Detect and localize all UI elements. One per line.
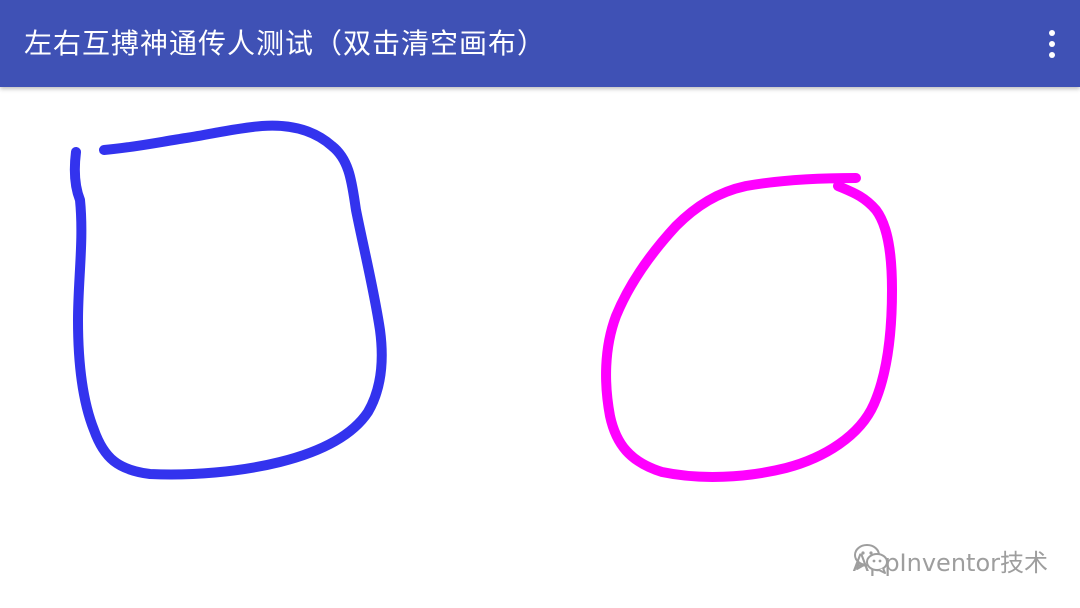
drawing-canvas[interactable]: AppInventor技术: [0, 87, 1080, 608]
app-title: 左右互搏神通传人测试（双击清空画布）: [24, 27, 547, 60]
wechat-icon: [853, 544, 888, 574]
menu-dot: [1049, 41, 1055, 47]
blue-stroke: [69, 120, 387, 480]
app-screen: 左右互搏神通传人测试（双击清空画布） AppInventor技术: [0, 0, 1080, 608]
menu-dot: [1049, 52, 1055, 58]
app-bar: 左右互搏神通传人测试（双击清空画布）: [0, 0, 1080, 87]
watermark: AppInventor技术: [853, 542, 1048, 578]
canvas-drawing: [69, 120, 897, 482]
magenta-stroke: [601, 173, 897, 482]
menu-dot: [1049, 30, 1055, 36]
more-vert-icon[interactable]: [1042, 26, 1062, 62]
